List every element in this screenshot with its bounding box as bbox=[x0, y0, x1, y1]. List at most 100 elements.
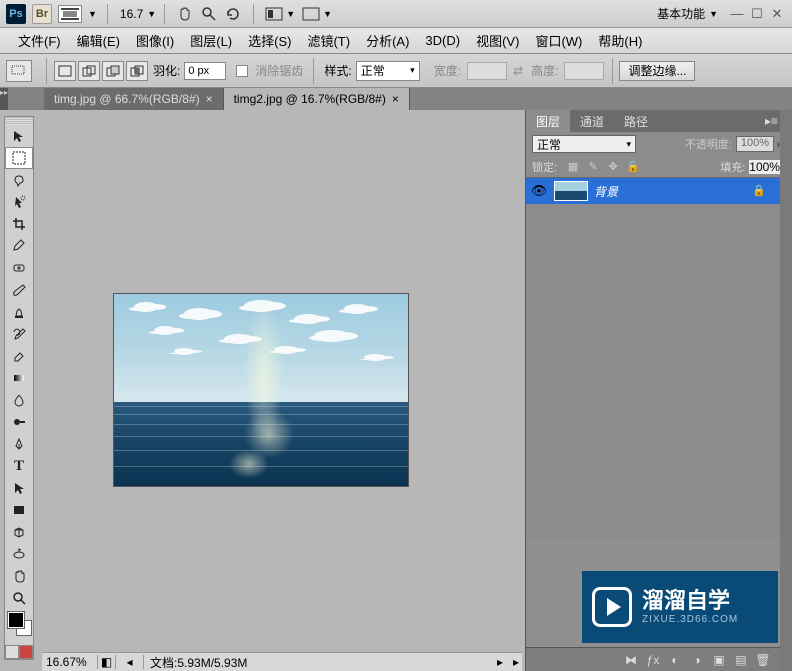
feather-input[interactable] bbox=[184, 62, 226, 80]
screen-mode-icon[interactable] bbox=[301, 4, 321, 24]
layer-row[interactable]: 👁 背景 🔒 bbox=[526, 178, 780, 204]
canvas-viewport[interactable] bbox=[42, 116, 522, 652]
foreground-color[interactable] bbox=[8, 612, 24, 628]
menu-help[interactable]: 帮助(H) bbox=[590, 31, 650, 50]
marquee-tool[interactable] bbox=[5, 147, 33, 169]
tab-layers[interactable]: 图层 bbox=[526, 110, 570, 132]
menu-image[interactable]: 图像(I) bbox=[128, 31, 182, 50]
delete-layer-icon[interactable]: 🗑 bbox=[752, 651, 774, 669]
close-icon[interactable]: × bbox=[392, 92, 399, 106]
history-brush-tool[interactable] bbox=[5, 323, 33, 345]
adjustment-layer-icon[interactable]: ◑ bbox=[686, 651, 708, 669]
shape-tool[interactable] bbox=[5, 499, 33, 521]
tab-channels[interactable]: 通道 bbox=[570, 110, 614, 132]
menu-window[interactable]: 窗口(W) bbox=[527, 31, 590, 50]
minimize-button[interactable]: — bbox=[728, 5, 746, 23]
quick-mask-toggle[interactable] bbox=[5, 645, 33, 659]
close-button[interactable]: ✕ bbox=[768, 5, 786, 23]
quick-select-tool[interactable] bbox=[5, 191, 33, 213]
crop-tool[interactable] bbox=[5, 213, 33, 235]
layer-thumbnail[interactable] bbox=[554, 181, 588, 201]
maximize-button[interactable]: ☐ bbox=[748, 5, 766, 23]
intersect-selection-icon[interactable] bbox=[126, 61, 148, 81]
3d-tool[interactable] bbox=[5, 521, 33, 543]
toolbox-grip[interactable] bbox=[5, 117, 33, 125]
lock-all-icon[interactable]: 🔒 bbox=[624, 159, 642, 175]
lock-pixels-icon[interactable]: ✎ bbox=[584, 159, 602, 175]
hand-tool[interactable] bbox=[5, 565, 33, 587]
zoom-tool-icon[interactable] bbox=[199, 4, 219, 24]
blur-tool[interactable] bbox=[5, 389, 33, 411]
layer-mask-icon[interactable]: ◐ bbox=[664, 651, 686, 669]
3d-camera-tool[interactable] bbox=[5, 543, 33, 565]
status-scroll-right[interactable]: ▸▸ bbox=[494, 655, 522, 669]
new-selection-icon[interactable] bbox=[54, 61, 76, 81]
dock-collapse-strip[interactable] bbox=[780, 110, 792, 671]
brush-tool[interactable] bbox=[5, 279, 33, 301]
fill-value[interactable]: 100% bbox=[749, 160, 780, 174]
color-swatches[interactable] bbox=[5, 609, 33, 645]
group-icon[interactable]: ▣ bbox=[708, 651, 730, 669]
eraser-tool[interactable] bbox=[5, 345, 33, 367]
menu-view[interactable]: 视图(V) bbox=[468, 31, 527, 50]
new-layer-icon[interactable]: ▤ bbox=[730, 651, 752, 669]
lock-transparency-icon[interactable]: ▦ bbox=[564, 159, 582, 175]
menu-filter[interactable]: 滤镜(T) bbox=[299, 31, 358, 50]
menu-select[interactable]: 选择(S) bbox=[240, 31, 299, 50]
work-area: T bbox=[0, 110, 525, 671]
workspace-switcher[interactable]: 基本功能▼ bbox=[657, 5, 718, 22]
zoom-level-select[interactable]: 16.7▼ bbox=[120, 7, 156, 21]
lock-position-icon[interactable]: ✥ bbox=[604, 159, 622, 175]
status-preview-icon[interactable]: ◧ bbox=[98, 655, 116, 669]
menu-3d[interactable]: 3D(D) bbox=[417, 33, 468, 48]
clone-stamp-tool[interactable] bbox=[5, 301, 33, 323]
type-tool[interactable]: T bbox=[5, 455, 33, 477]
document-info[interactable]: 文档:5.93M/5.93M bbox=[144, 654, 494, 671]
zoom-tool[interactable] bbox=[5, 587, 33, 609]
link-layers-icon[interactable]: ⧓ bbox=[620, 651, 642, 669]
hand-tool-icon[interactable] bbox=[175, 4, 195, 24]
add-selection-icon[interactable] bbox=[78, 61, 100, 81]
subtract-selection-icon[interactable] bbox=[102, 61, 124, 81]
lasso-tool[interactable] bbox=[5, 169, 33, 191]
tab-paths[interactable]: 路径 bbox=[614, 110, 658, 132]
feather-label: 羽化: bbox=[153, 62, 180, 79]
menu-layer[interactable]: 图层(L) bbox=[182, 31, 240, 50]
style-dropdown[interactable]: 正常▾ bbox=[356, 61, 420, 81]
document-canvas[interactable] bbox=[114, 294, 408, 486]
visibility-toggle-icon[interactable]: 👁 bbox=[530, 182, 548, 200]
menu-analysis[interactable]: 分析(A) bbox=[358, 31, 417, 50]
mini-bridge-icon[interactable] bbox=[58, 5, 82, 23]
refine-edge-button[interactable]: 调整边缘... bbox=[619, 61, 695, 81]
document-tab[interactable]: timg2.jpg @ 16.7%(RGB/8#)× bbox=[224, 88, 410, 110]
panel-tab-row: 图层 通道 路径 ▸≡ bbox=[526, 110, 792, 132]
arrange-documents-icon[interactable] bbox=[264, 4, 284, 24]
zoom-field[interactable]: 16.67% bbox=[42, 655, 98, 669]
blend-mode-row: 正常▾ 不透明度: 100% ▸ bbox=[526, 132, 792, 156]
healing-brush-tool[interactable] bbox=[5, 257, 33, 279]
layer-name[interactable]: 背景 bbox=[594, 183, 618, 200]
bridge-icon[interactable]: Br bbox=[32, 4, 52, 24]
rotate-view-icon[interactable] bbox=[223, 4, 243, 24]
lock-row: 锁定: ▦ ✎ ✥ 🔒 填充: 100% ▸ bbox=[526, 156, 792, 178]
blend-mode-dropdown[interactable]: 正常▾ bbox=[532, 135, 636, 153]
path-select-tool[interactable] bbox=[5, 477, 33, 499]
menu-file[interactable]: 文件(F) bbox=[10, 31, 69, 50]
close-icon[interactable]: × bbox=[206, 92, 213, 106]
document-tab[interactable]: timg.jpg @ 66.7%(RGB/8#)× bbox=[44, 88, 224, 110]
watermark-title: 溜溜自学 bbox=[642, 589, 738, 613]
pen-tool[interactable] bbox=[5, 433, 33, 455]
panel-menu-icon[interactable]: ▸≡ bbox=[765, 114, 778, 128]
options-bar: 羽化: 消除锯齿 样式: 正常▾ 宽度: ⇄ 高度: 调整边缘... bbox=[0, 54, 792, 88]
status-scroll-left[interactable]: ◂ bbox=[116, 655, 144, 669]
gradient-tool[interactable] bbox=[5, 367, 33, 389]
layer-list[interactable]: 👁 背景 🔒 bbox=[526, 178, 780, 538]
lock-icon: 🔒 bbox=[752, 184, 766, 198]
move-tool[interactable] bbox=[5, 125, 33, 147]
title-bar: Ps Br ▼ 16.7▼ ▼ ▼ 基本功能▼ — ☐ ✕ bbox=[0, 0, 792, 28]
eyedropper-tool[interactable] bbox=[5, 235, 33, 257]
dodge-tool[interactable] bbox=[5, 411, 33, 433]
menu-edit[interactable]: 编辑(E) bbox=[69, 31, 128, 50]
tool-preset-picker[interactable] bbox=[6, 60, 32, 82]
layer-style-icon[interactable]: ƒx bbox=[642, 651, 664, 669]
